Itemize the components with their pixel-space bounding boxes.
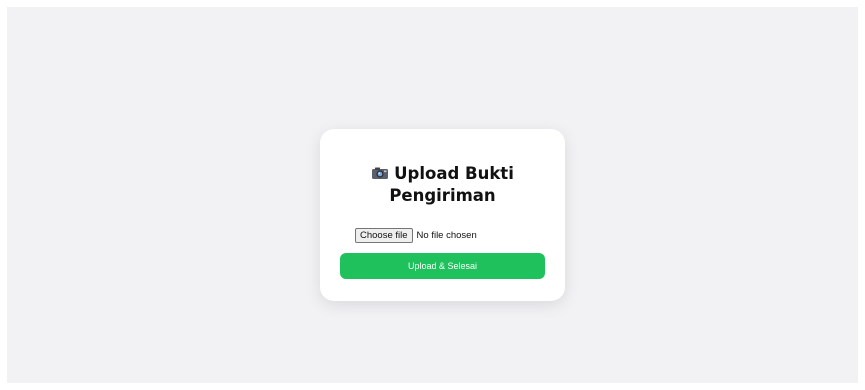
file-input[interactable]: Choose file No file chosen bbox=[355, 227, 477, 243]
card-title: Upload Bukti Pengiriman bbox=[320, 163, 565, 207]
file-status-text: No file chosen bbox=[416, 229, 477, 241]
upload-card: Upload Bukti Pengiriman Choose file No f… bbox=[320, 129, 565, 301]
title-line-2: Pengiriman bbox=[389, 186, 496, 205]
camera-icon bbox=[371, 164, 389, 179]
choose-file-button[interactable]: Choose file bbox=[355, 227, 413, 243]
page-background: Upload Bukti Pengiriman Choose file No f… bbox=[7, 7, 858, 383]
upload-finish-button[interactable]: Upload & Selesai bbox=[340, 253, 545, 279]
title-line-1: Upload Bukti bbox=[394, 164, 514, 183]
